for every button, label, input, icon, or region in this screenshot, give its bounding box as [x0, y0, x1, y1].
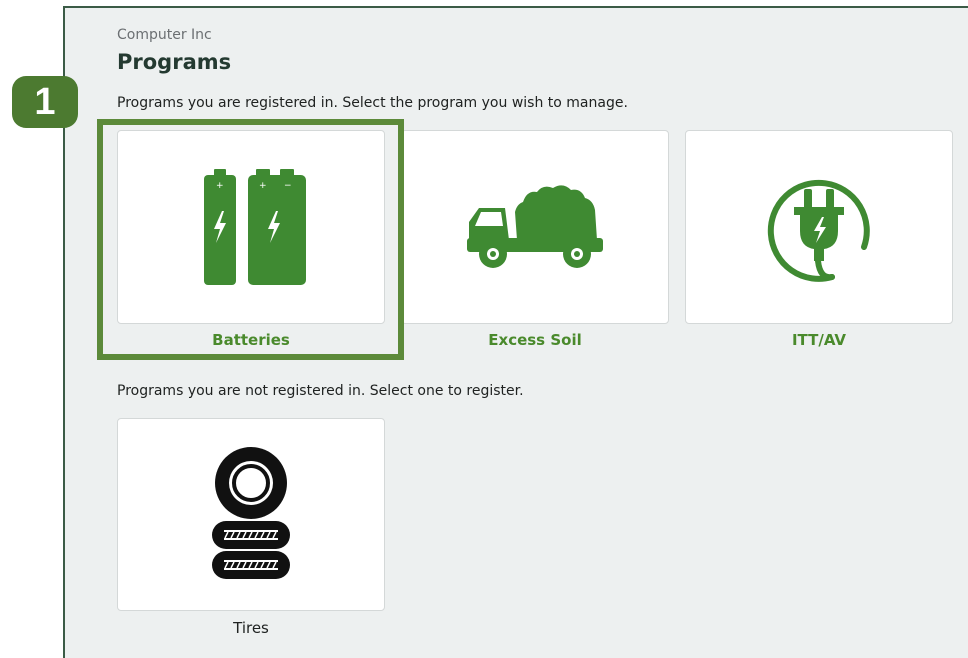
page-title: Programs: [117, 50, 232, 74]
step-number: 1: [34, 80, 56, 123]
program-label-tires[interactable]: Tires: [117, 619, 385, 637]
svg-text:−: −: [284, 181, 292, 191]
program-label-excess-soil[interactable]: Excess Soil: [401, 331, 669, 349]
program-card-itt-av[interactable]: [685, 130, 953, 324]
program-card-excess-soil[interactable]: [401, 130, 669, 324]
battery-icon: + + −: [204, 169, 306, 285]
company-name: Computer Inc: [117, 27, 212, 43]
svg-text:+: +: [259, 181, 267, 191]
tires-icon: [212, 446, 290, 579]
program-label-itt-av[interactable]: ITT/AV: [685, 331, 953, 349]
unregistered-instruction: Programs you are not registered in. Sele…: [117, 383, 524, 399]
program-label-batteries[interactable]: Batteries: [117, 331, 385, 349]
step-badge: 1: [12, 76, 78, 128]
plug-icon: [767, 179, 870, 282]
program-card-batteries[interactable]: + + −: [117, 130, 385, 324]
registered-instruction: Programs you are registered in. Select t…: [117, 95, 628, 111]
program-card-tires[interactable]: [117, 418, 385, 611]
dump-truck-icon: [467, 185, 603, 268]
svg-text:+: +: [216, 181, 224, 191]
